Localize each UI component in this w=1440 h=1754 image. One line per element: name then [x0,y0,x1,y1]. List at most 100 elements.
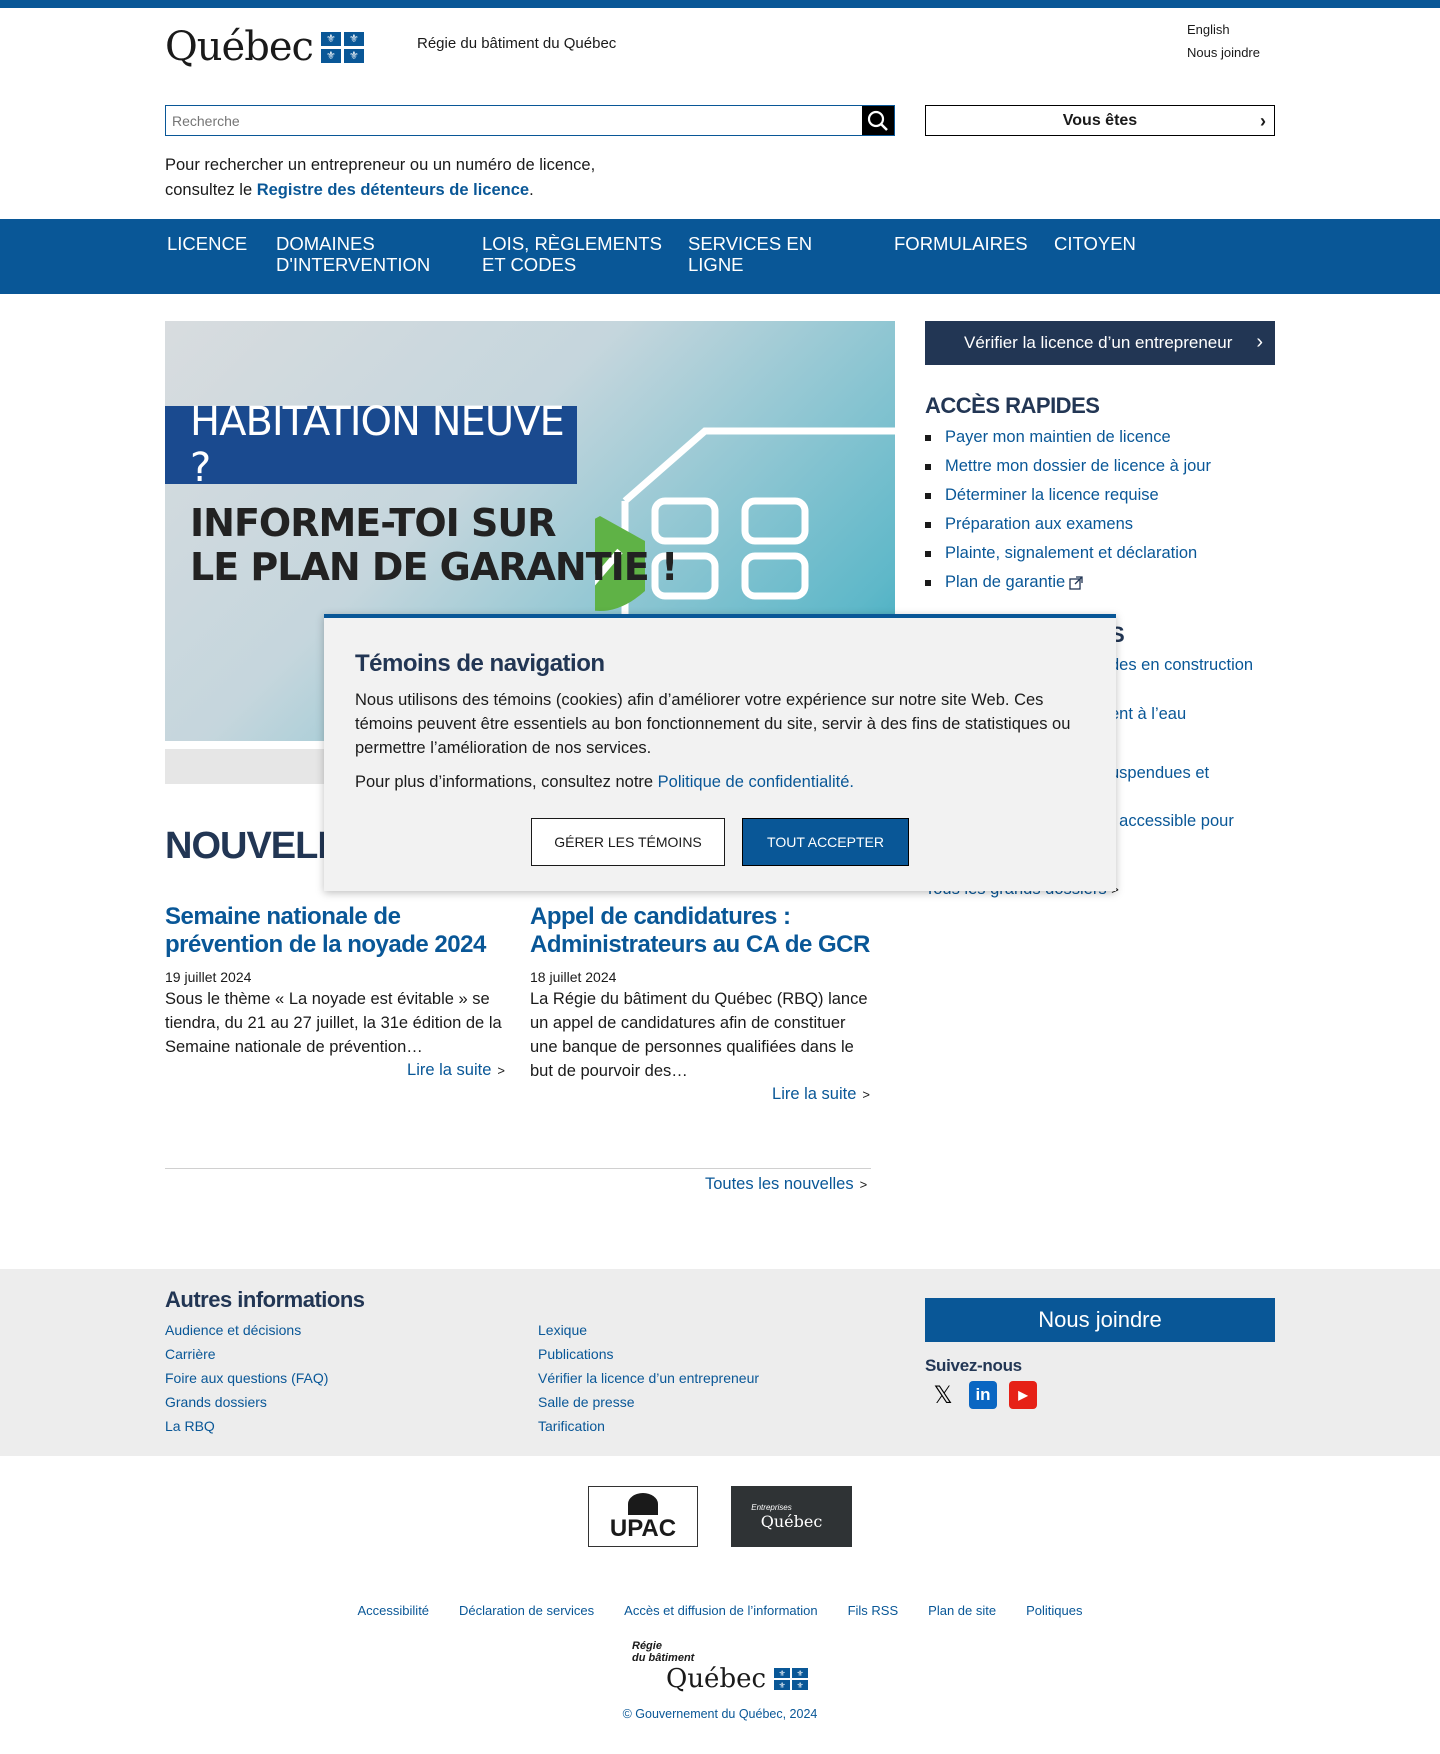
organization-name: Régie du bâtiment du Québec [417,35,617,52]
vous-etes-dropdown[interactable]: Vous êtes › [925,105,1275,136]
news-item-title[interactable]: Appel de candidatures : Administrateurs … [530,903,870,958]
legal-link[interactable]: Plan de site [928,1603,996,1618]
nav-formulaires[interactable]: FORMULAIRES [894,233,1028,254]
partial-link-3[interactable]: uspendues et [1110,764,1209,783]
manage-cookies-button[interactable]: GÉRER LES TÉMOINS [531,818,725,866]
hero-line1: INFORME-TOI SUR [190,501,557,545]
read-more-wrapper: Lire la suite > [407,1061,505,1079]
footer-link[interactable]: Foire aux questions (FAQ) [165,1370,328,1386]
chevron-right-icon: › [1256,331,1263,353]
hero-line2: LE PLAN DE GARANTIE ! [190,545,678,589]
social-links: 𝕏 in ▶ [929,1381,1037,1409]
hero-subtext: INFORME-TOI SUR LE PLAN DE GARANTIE ! [190,501,678,589]
list-item: Mettre mon dossier de licence à jour [925,452,1211,481]
news-item-summary: La Régie du bâtiment du Québec (RBQ) lan… [530,990,868,1080]
footer-info-title: Autres informations [165,1287,365,1312]
rbq-wordmark: Québec [666,1664,767,1694]
vous-etes-label: Vous êtes [1062,111,1138,129]
search-note: Pour rechercher un entrepreneur ou un nu… [165,153,595,203]
divider [165,1168,871,1169]
search-input[interactable] [166,106,862,135]
nav-licence[interactable]: LICENCE [167,233,247,254]
quick-link-determine[interactable]: Déterminer la licence requise [945,481,1159,510]
read-more-link[interactable]: Lire la suite [772,1085,856,1103]
search-note-line1: Pour rechercher un entrepreneur ou un nu… [165,156,596,174]
footer-link[interactable]: Carrière [165,1346,216,1362]
partial-link-2[interactable]: ent à l’eau [1110,705,1186,724]
search-note-prefix: consultez le [165,181,257,199]
quick-link-pay[interactable]: Payer mon maintien de licence [945,423,1171,452]
nav-lois[interactable]: LOIS, RÈGLEMENTS ET CODES [482,233,662,275]
news-item-date: 18 juillet 2024 [530,969,617,985]
cookie-text: Nous utilisons des témoins (cookies) afi… [355,691,1071,757]
footer-link[interactable]: Audience et décisions [165,1322,301,1338]
fleur-de-lis-flag-icon: ⚜ ⚜ ⚜ ⚜ [320,31,364,63]
quick-link-complaint[interactable]: Plainte, signalement et déclaration [945,539,1197,568]
partial-link-1[interactable]: des en construction [1110,656,1253,675]
top-accent-bar [0,0,1440,8]
fleur-de-lis-flag-icon: ⚜ ⚜ ⚜ ⚜ [774,1668,809,1690]
footer-link[interactable]: Tarification [538,1418,605,1434]
chevron-right-icon: › [1260,111,1266,131]
entreprises-quebec-logo[interactable]: Entreprises Québec [731,1486,852,1547]
verify-license-label: Vérifier la licence d’un entrepreneur [964,333,1233,352]
news-item: Appel de candidatures : Administrateurs … [530,903,870,1104]
list-item: Déterminer la licence requise [925,481,1211,510]
read-more-link[interactable]: Lire la suite [407,1061,491,1079]
list-item: Plainte, signalement et déclaration [925,539,1211,568]
list-item: Plan de garantie [925,568,1211,597]
rbq-line2: du bâtiment [632,1652,695,1664]
nav-services[interactable]: SERVICES EN LIGNE [688,233,828,275]
legal-link[interactable]: Politiques [1026,1603,1082,1618]
footer-link[interactable]: La RBQ [165,1418,215,1434]
legal-links: Accessibilité Déclaration de services Ac… [0,1603,1440,1618]
footer-link[interactable]: Publications [538,1346,614,1362]
news-section-title: NOUVELL [165,825,341,867]
upac-label: UPAC [609,1514,677,1542]
quick-link-exams[interactable]: Préparation aux examens [945,510,1133,539]
partial-link-4[interactable]: t accessible pour [1110,812,1234,831]
cookie-more-prefix: Pour plus d’informations, consultez notr… [355,773,658,791]
hero-headline: HABITATION NEUVE ? [165,399,577,491]
quick-access-list: Payer mon maintien de licence Mettre mon… [925,423,1211,597]
entreprises-quebec-label: Québec [760,1511,823,1531]
quick-link-update[interactable]: Mettre mon dossier de licence à jour [945,452,1211,481]
copyright-wrapper: © Gouvernement du Québec, 2024 [0,1707,1440,1721]
nav-citoyen[interactable]: CITOYEN [1054,233,1136,254]
quick-link-warranty[interactable]: Plan de garantie [945,568,1065,597]
legal-link[interactable]: Fils RSS [848,1603,899,1618]
contact-link[interactable]: Nous joindre [1187,41,1260,64]
nav-domaines[interactable]: DOMAINES D'INTERVENTION [276,233,466,275]
legal-link[interactable]: Déclaration de services [459,1603,594,1618]
x-twitter-icon[interactable]: 𝕏 [929,1381,957,1409]
linkedin-icon[interactable]: in [969,1381,997,1409]
list-item: Payer mon maintien de licence [925,423,1211,452]
accept-all-button[interactable]: TOUT ACCEPTER [742,818,909,866]
logo-wordmark: Québec [165,24,314,70]
rbq-logo[interactable]: Régie du bâtiment Québec ⚜ ⚜ ⚜ ⚜ [630,1640,810,1700]
verify-license-button[interactable]: Vérifier la licence d’un entrepreneur › [925,321,1275,365]
contact-us-button[interactable]: Nous joindre [925,1298,1275,1342]
legal-link[interactable]: Accès et diffusion de l’information [624,1603,817,1618]
upac-logo[interactable]: UPAC [588,1486,698,1547]
legal-link[interactable]: Accessibilité [358,1603,430,1618]
license-registry-link[interactable]: Registre des détenteurs de licence [257,181,529,199]
footer-link[interactable]: Vérifier la licence d’un entrepreneur [538,1370,759,1386]
footer-links-col2: Lexique Publications Vérifier la licence… [538,1318,759,1438]
footer-link[interactable]: Lexique [538,1322,587,1338]
youtube-icon[interactable]: ▶ [1009,1381,1037,1409]
cookie-title: Témoins de navigation [355,650,605,677]
entreprises-label: Entreprises [751,1502,792,1512]
footer-link[interactable]: Salle de presse [538,1394,635,1410]
language-link[interactable]: English [1187,18,1260,41]
footer-link[interactable]: Grands dossiers [165,1394,267,1410]
search-button[interactable] [862,106,894,135]
privacy-policy-link[interactable]: Politique de confidentialité. [658,773,854,791]
search-note-suffix: . [529,181,534,199]
rbq-line1: Régie [632,1640,662,1652]
news-item-title[interactable]: Semaine nationale de prévention de la no… [165,903,486,958]
read-more-wrapper: Lire la suite > [772,1085,870,1103]
quebec-logo[interactable]: Québec ⚜ ⚜ ⚜ ⚜ [165,24,365,70]
copyright-link[interactable]: © Gouvernement du Québec, 2024 [623,1707,818,1721]
all-news-link[interactable]: Toutes les nouvelles [705,1175,854,1193]
